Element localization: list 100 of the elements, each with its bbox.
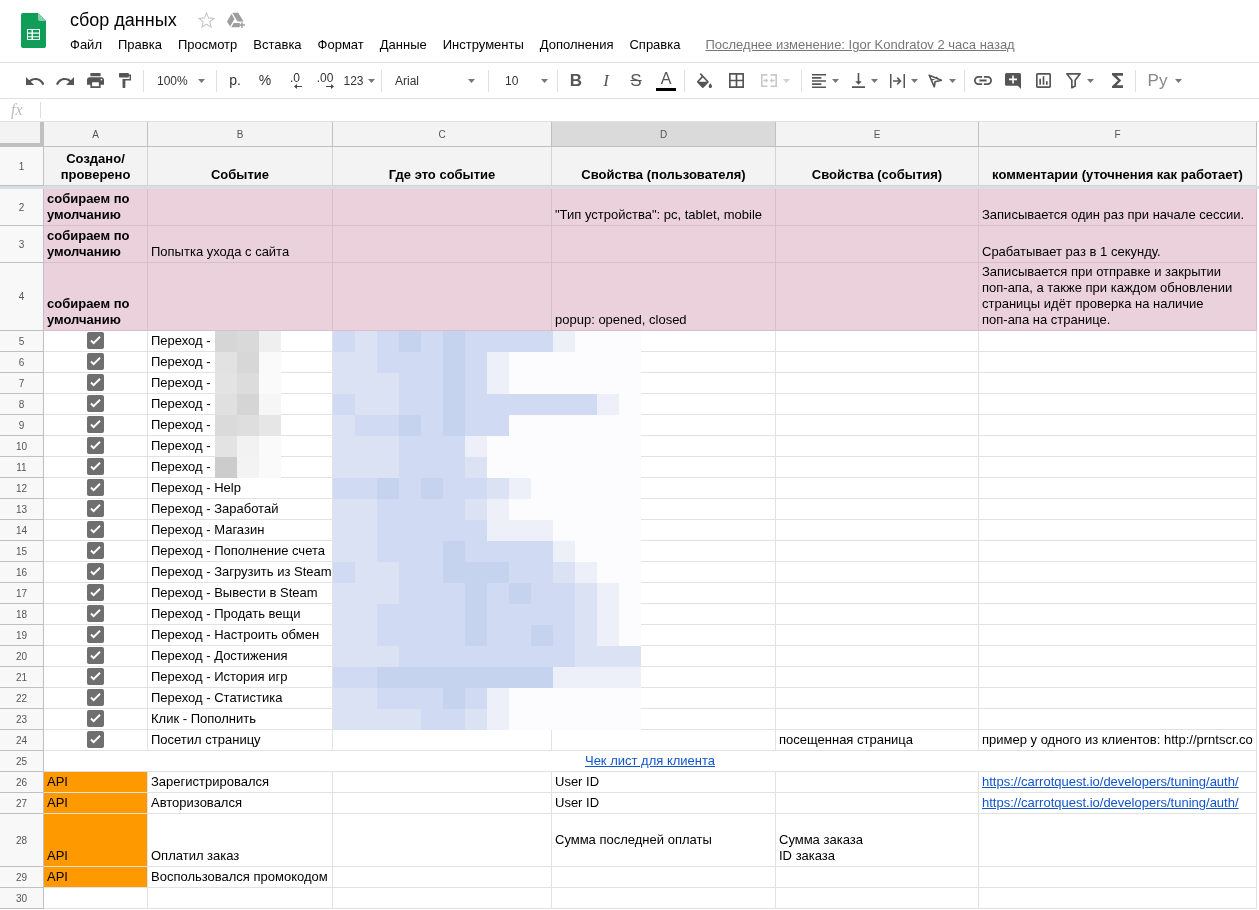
checkbox[interactable] [87, 415, 104, 433]
table-cell: API [44, 814, 148, 867]
italic-button[interactable]: I [591, 67, 621, 94]
font-dropdown[interactable]: Arial [385, 67, 485, 94]
row-number: 15 [0, 541, 44, 562]
text-color-button[interactable]: A [651, 66, 681, 95]
column-header: E [776, 122, 979, 147]
tilted-arrow-icon[interactable] [928, 73, 943, 88]
checkbox[interactable] [87, 436, 104, 454]
sigma-icon[interactable] [1111, 73, 1123, 88]
menu-item[interactable]: Дополнения [539, 36, 614, 54]
menu-item[interactable]: Инструменты [442, 36, 524, 54]
caret-icon[interactable] [1175, 78, 1183, 83]
link[interactable]: Чек лист для клиента [584, 753, 716, 769]
checkbox[interactable] [87, 562, 104, 580]
checkbox[interactable] [87, 541, 104, 559]
paint-roller-icon[interactable] [119, 73, 131, 88]
link-icon[interactable] [974, 76, 992, 85]
table-cell: API [44, 793, 148, 814]
checkbox[interactable] [87, 583, 104, 601]
checkbox[interactable] [87, 331, 104, 349]
input-tools-dropdown[interactable]: Ру [1139, 67, 1191, 94]
caret-icon[interactable] [949, 78, 956, 83]
header-cell: Где это событие [333, 147, 552, 186]
percent-format-button[interactable]: % [250, 67, 280, 94]
row-number: 25 [0, 751, 44, 772]
star-icon[interactable] [197, 12, 215, 28]
table-cell: Зарегистрировался [148, 772, 333, 793]
comment-plus-icon[interactable] [1005, 72, 1021, 89]
decrease-decimals-button[interactable]: .0 [280, 66, 310, 95]
caret-icon[interactable] [871, 78, 878, 83]
checkbox[interactable] [87, 373, 104, 391]
table-cell: Переход - Статистика [148, 688, 333, 709]
checkbox[interactable] [87, 457, 104, 475]
zoom-dropdown[interactable]: 100% [147, 67, 213, 94]
checkbox[interactable] [87, 625, 104, 643]
paint-bucket-icon[interactable] [696, 73, 712, 88]
menu-item[interactable]: Формат [317, 36, 364, 54]
redo-icon[interactable] [56, 76, 74, 85]
caret-icon[interactable] [1087, 78, 1094, 83]
row-number: 5 [0, 331, 44, 352]
menu-item[interactable]: Справка [629, 36, 681, 54]
checkbox[interactable] [87, 520, 104, 538]
column-header: C [333, 122, 552, 147]
table-cell: Переход - Загрузить из Steam [148, 562, 333, 583]
filter-icon[interactable] [1066, 72, 1081, 89]
row-number: 7 [0, 373, 44, 394]
caret-icon[interactable] [911, 78, 918, 83]
font-size-dropdown[interactable]: 10 [492, 67, 554, 94]
arrow-right-icon[interactable] [326, 84, 334, 89]
checkbox[interactable] [87, 352, 104, 370]
header-cell: комментарии (уточнения как работает) [979, 147, 1257, 186]
caret-icon[interactable] [468, 78, 475, 83]
checkbox[interactable] [87, 730, 104, 748]
number-format-dropdown[interactable]: 123 [340, 67, 378, 94]
arrow-left-icon[interactable] [294, 84, 302, 89]
print-icon[interactable] [86, 73, 104, 88]
checkbox[interactable] [87, 478, 104, 496]
grid-icon[interactable] [728, 73, 744, 88]
caret-icon[interactable] [831, 78, 839, 83]
checkbox[interactable] [87, 604, 104, 622]
last-edit-link[interactable]: Последнее изменение: Igor Kondratov 2 часа назад [705, 36, 1015, 54]
arrow-down-to-line-icon[interactable] [852, 73, 865, 88]
increase-decimals-button[interactable]: .00 [310, 66, 340, 95]
menu-item[interactable]: Просмотр [177, 36, 238, 54]
document-title[interactable]: сбор данных [70, 8, 177, 32]
row-number: 28 [0, 814, 44, 867]
menu-item[interactable]: Вставка [253, 36, 302, 54]
caret-icon[interactable] [367, 78, 375, 83]
cell-text: Переход - [151, 396, 211, 412]
table-cell: Переход - Магазин [148, 520, 333, 541]
color-swatch-icon[interactable] [656, 88, 676, 91]
caret-icon[interactable] [541, 78, 548, 83]
row-number: 2 [0, 189, 44, 226]
table-cell: Оплатил заказ [148, 814, 333, 867]
triangle-plus-icon[interactable] [226, 12, 245, 28]
spreadsheet-logo-icon[interactable] [21, 13, 46, 48]
row-number: 3 [0, 226, 44, 263]
checkbox[interactable] [87, 667, 104, 685]
bar-chart-icon[interactable] [1035, 73, 1051, 88]
table-cell: Переход - Настроить обмен [148, 625, 333, 646]
strikethrough-button[interactable]: S [621, 67, 651, 94]
checkbox[interactable] [87, 709, 104, 727]
link[interactable]: https://carrotquest.io/developers/tuning/auth/ [982, 795, 1239, 811]
menu-item[interactable]: Правка [117, 36, 162, 54]
currency-format-button[interactable]: р. [220, 67, 250, 94]
undo-icon[interactable] [26, 76, 44, 85]
caret-icon[interactable] [198, 78, 205, 83]
align-left-icon[interactable] [811, 73, 826, 88]
bold-button[interactable]: B [561, 67, 591, 94]
link[interactable]: https://carrotquest.io/developers/tuning/auth/ [982, 774, 1239, 790]
checkbox[interactable] [87, 499, 104, 517]
row-number: 29 [0, 867, 44, 888]
checkbox[interactable] [87, 394, 104, 412]
menu-item[interactable]: Данные [379, 36, 427, 54]
menu-item[interactable]: Файл [70, 36, 102, 54]
checkbox[interactable] [87, 646, 104, 664]
checkbox[interactable] [87, 688, 104, 706]
row-number: 19 [0, 625, 44, 646]
arrow-between-bars-icon[interactable] [890, 73, 905, 88]
